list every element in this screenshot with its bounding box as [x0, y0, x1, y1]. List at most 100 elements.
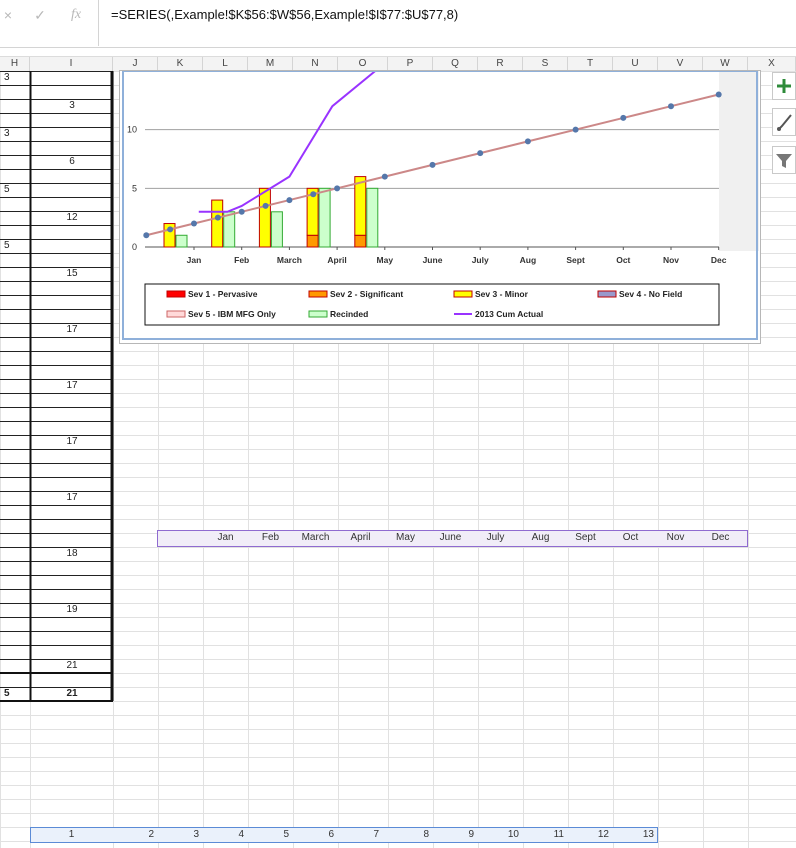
target-marker [334, 185, 341, 192]
month-range-cell[interactable]: June [428, 532, 473, 543]
target-marker [238, 208, 245, 215]
x-tick-label: June [423, 255, 443, 265]
bar-recinded [366, 187, 379, 248]
target-marker [572, 126, 579, 133]
target-marker [191, 220, 197, 227]
number-range-cell[interactable]: 10 [478, 829, 523, 840]
number-range-cell[interactable]: 12 [568, 829, 613, 840]
cancel-icon[interactable]: × [0, 5, 16, 25]
cell-i-value[interactable]: 6 [60, 156, 84, 167]
number-range-cell[interactable]: 3 [158, 829, 203, 840]
column-header-k[interactable]: K [158, 57, 203, 71]
column-header-i[interactable]: I [30, 57, 113, 71]
column-header-t[interactable]: T [568, 57, 613, 71]
brush-icon[interactable] [772, 108, 796, 136]
target-marker [214, 214, 221, 221]
month-range-cell[interactable]: Oct [608, 532, 653, 543]
month-range-cell[interactable]: Feb [248, 532, 293, 543]
legend-swatch [308, 290, 328, 298]
month-range-cell[interactable]: Aug [518, 532, 563, 543]
target-marker [143, 232, 150, 239]
number-range-cell[interactable]: 9 [433, 829, 478, 840]
bar-recinded [223, 211, 236, 248]
bar-sev3 [354, 176, 367, 236]
column-header-l[interactable]: L [203, 57, 248, 71]
column-header-h[interactable]: H [0, 57, 30, 71]
month-range-cell[interactable]: July [473, 532, 518, 543]
cell-i-value[interactable]: 21 [60, 688, 84, 699]
cell-i-value[interactable]: 17 [60, 324, 84, 335]
filter-icon[interactable] [772, 146, 796, 174]
x-tick-label: Aug [520, 255, 537, 265]
column-header-x[interactable]: X [748, 57, 796, 71]
column-header-s[interactable]: S [523, 57, 568, 71]
legend-label: Sev 2 - Significant [330, 289, 403, 299]
x-tick-label: Dec [711, 255, 727, 265]
target-marker [477, 150, 484, 157]
month-range-cell[interactable]: Dec [698, 532, 743, 543]
column-header-j[interactable]: J [113, 57, 158, 71]
plus-icon[interactable] [772, 72, 796, 100]
target-marker [167, 226, 174, 233]
enter-icon[interactable]: ✓ [30, 5, 50, 25]
number-range-cell[interactable]: 7 [338, 829, 383, 840]
column-header-m[interactable]: M [248, 57, 293, 71]
target-marker [381, 173, 388, 180]
column-header-r[interactable]: R [478, 57, 523, 71]
number-range-cell[interactable]: 11 [523, 829, 568, 840]
target-marker [429, 161, 436, 168]
bar-sev2 [354, 234, 367, 248]
number-range-cell[interactable]: 2 [113, 829, 158, 840]
column-header-o[interactable]: O [338, 57, 388, 71]
column-header-n[interactable]: N [293, 57, 338, 71]
cell-i-value[interactable]: 17 [60, 492, 84, 503]
chart-canvas: 0 5 10 Jan Feb March April May June July Aug Sept Oc… [120, 70, 760, 343]
function-icon[interactable]: fx [64, 5, 88, 25]
number-range-cell[interactable]: 6 [293, 829, 338, 840]
bar-sev2 [306, 234, 319, 248]
x-tick-label: May [377, 255, 394, 265]
bar-recinded [318, 187, 331, 248]
cell-i-value[interactable]: 17 [60, 436, 84, 447]
cell-h-value[interactable]: 5 [4, 688, 10, 699]
number-range-cell[interactable]: 5 [248, 829, 293, 840]
month-range-cell[interactable]: Sept [563, 532, 608, 543]
column-header-p[interactable]: P [388, 57, 433, 71]
cell-i-value[interactable]: 12 [60, 212, 84, 223]
cell-i-value[interactable]: 18 [60, 548, 84, 559]
month-range-cell[interactable]: Nov [653, 532, 698, 543]
legend-label: Sev 5 - IBM MFG Only [188, 309, 276, 319]
y-tick-label: 10 [127, 125, 137, 135]
formula-input[interactable]: =SERIES(,Example!$K$56:$W$56,Example!$I$… [98, 0, 796, 46]
cell-i-value[interactable]: 21 [60, 660, 84, 671]
column-header-u[interactable]: U [613, 57, 658, 71]
number-range-selection[interactable]: 1 2 3 4 5 6 7 8 9 10 11 12 13 [30, 827, 658, 843]
target-marker [524, 138, 531, 145]
month-range-cell[interactable]: Jan [203, 532, 248, 543]
column-header-v[interactable]: V [658, 57, 703, 71]
cell-h-value[interactable]: 5 [4, 184, 10, 195]
cell-h-value[interactable]: 3 [4, 128, 10, 139]
cell-i-value[interactable]: 19 [60, 604, 84, 615]
x-tick-label: Oct [616, 255, 630, 265]
bar-recinded [175, 234, 188, 248]
column-header-w[interactable]: W [703, 57, 748, 71]
cell-i-value[interactable]: 17 [60, 380, 84, 391]
cell-h-value[interactable]: 3 [4, 72, 10, 83]
chart-object[interactable]: 0 5 10 Jan Feb March April May June July Aug Sept Oc… [119, 70, 761, 344]
cell-h-value[interactable]: 5 [4, 240, 10, 251]
cell-i-value[interactable]: 3 [60, 100, 84, 111]
month-range-cell[interactable]: May [383, 532, 428, 543]
x-tick-label: April [327, 255, 346, 265]
number-range-cell[interactable]: 13 [613, 829, 658, 840]
month-range-cell[interactable]: March [293, 532, 338, 543]
column-header-q[interactable]: Q [433, 57, 478, 71]
cell-i-value[interactable]: 15 [60, 268, 84, 279]
y-tick-label: 5 [132, 183, 137, 193]
number-range-cell[interactable]: 4 [203, 829, 248, 840]
month-range-selection[interactable]: Jan Feb March April May June July Aug Sept Oct Nov… [157, 530, 748, 547]
month-range-cell[interactable]: April [338, 532, 383, 543]
x-tick-label: Jan [187, 255, 202, 265]
number-range-cell[interactable]: 8 [388, 829, 433, 840]
number-range-cell[interactable]: 1 [30, 829, 113, 840]
